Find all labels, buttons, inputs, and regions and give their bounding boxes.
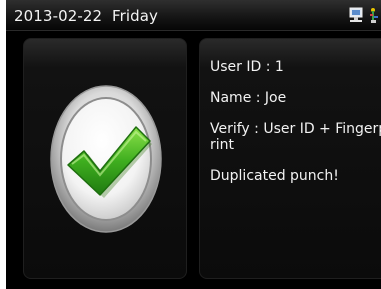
punch-message: Duplicated punch! xyxy=(210,168,339,184)
user-id-text: User ID : 1 xyxy=(210,59,284,75)
user-name-text: Name : Joe xyxy=(210,90,287,106)
verify-mode-text: Verify : User ID + Fingerprint xyxy=(210,121,381,153)
result-panel xyxy=(23,38,187,279)
user-info: User ID : 1 Name : Joe Verify : User ID … xyxy=(210,59,381,199)
status-icons xyxy=(349,7,379,24)
device-screen: 2013-02-22 Friday User ID: 1 Name: Joe… xyxy=(6,0,381,289)
info-panel: User ID : 1 Name : Joe Verify : User ID … xyxy=(199,38,381,279)
checkmark-icon xyxy=(50,85,162,233)
usb-icon xyxy=(369,7,379,28)
weekday-text: Friday xyxy=(111,7,158,25)
status-datetime: 2013-02-22 Friday xyxy=(14,7,158,25)
date-text: 2013-02-22 xyxy=(14,7,103,25)
status-bar: 2013-02-22 Friday xyxy=(6,0,381,31)
network-icon xyxy=(349,7,364,27)
